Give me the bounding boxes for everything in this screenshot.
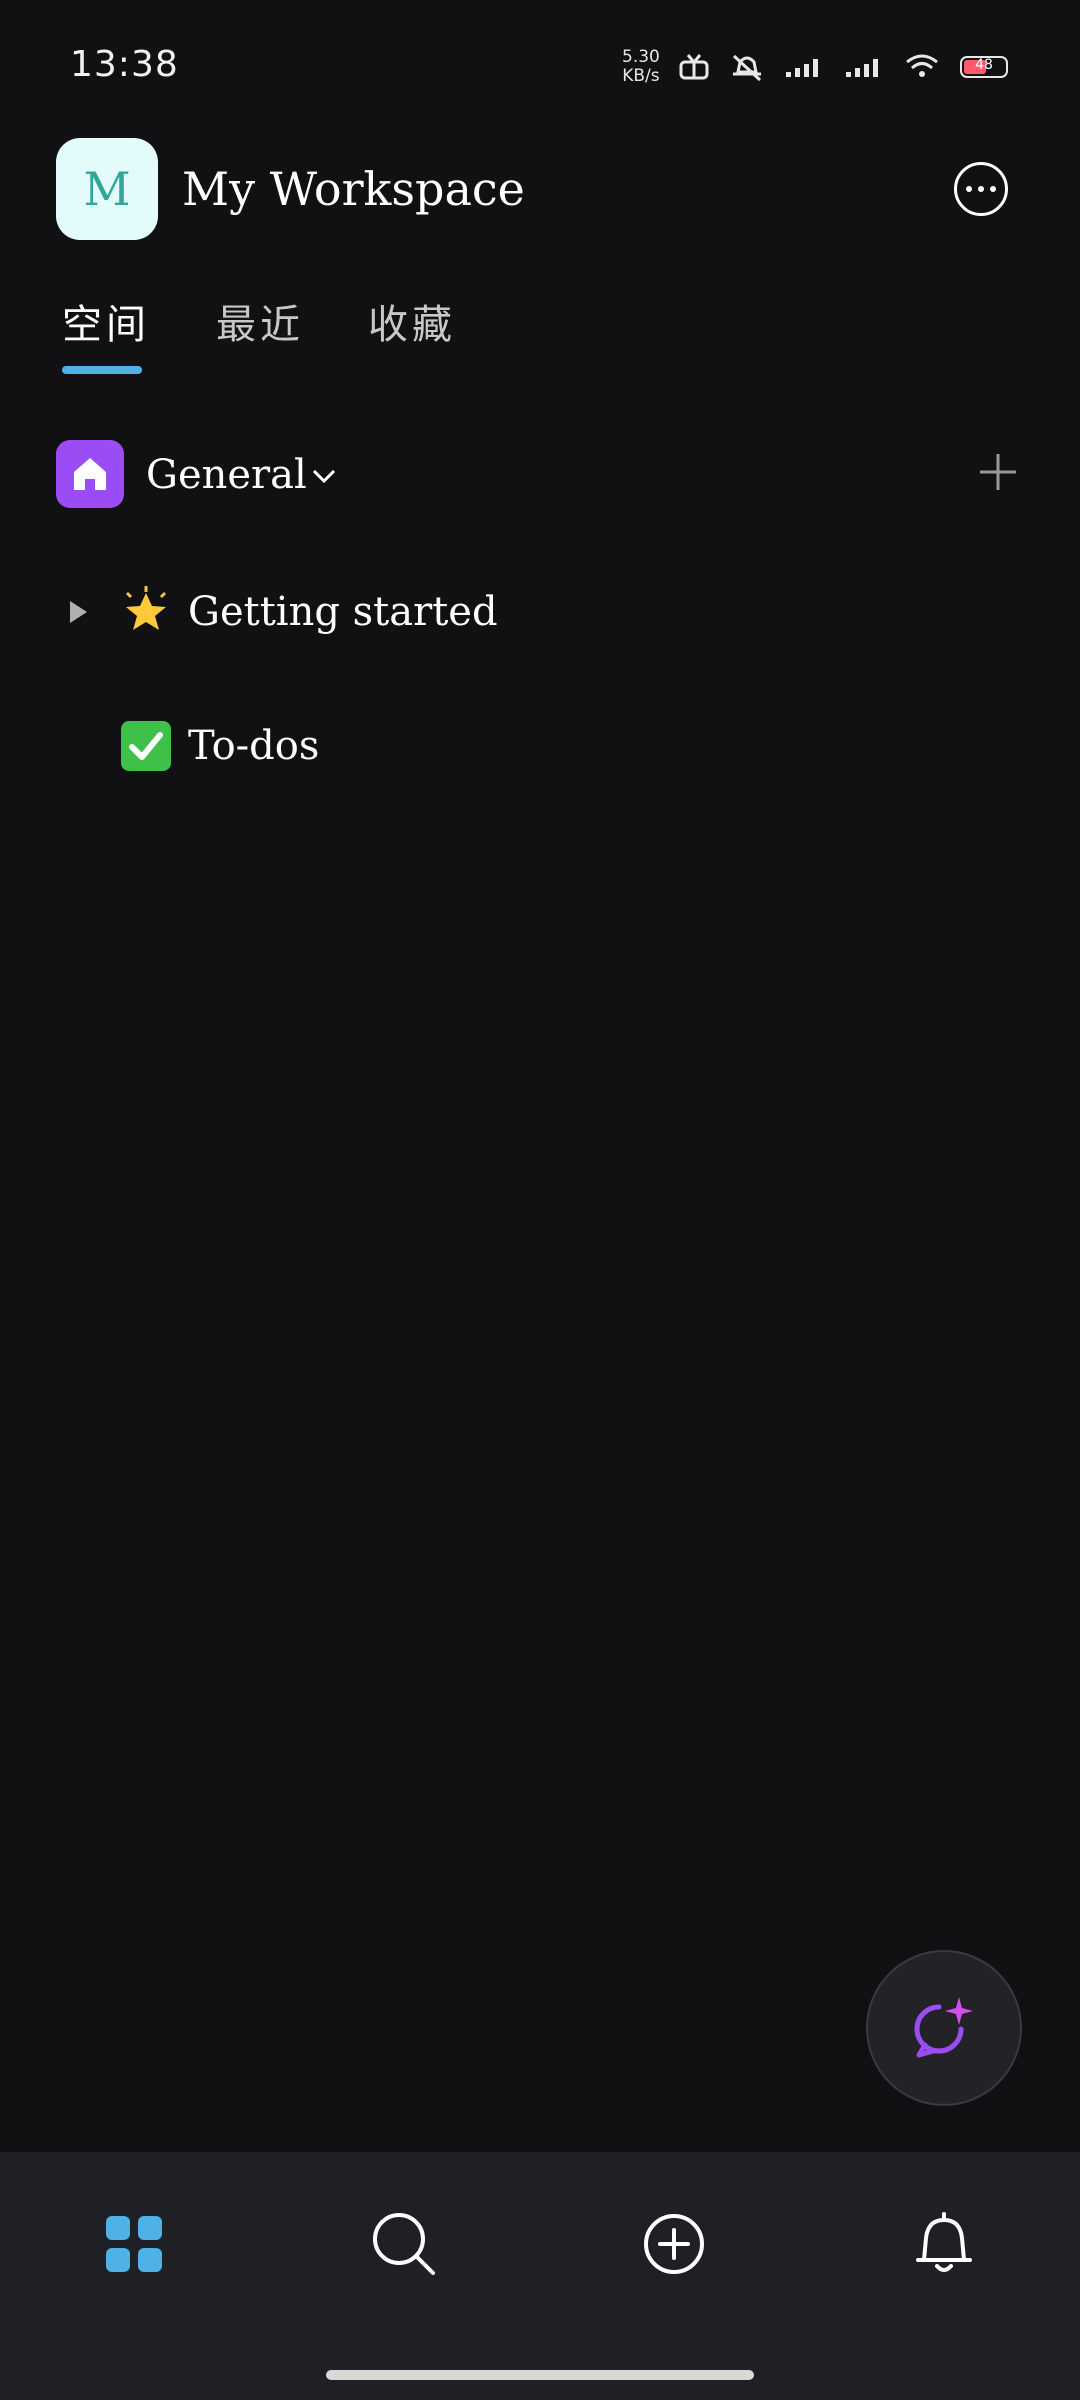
expand-arrow-icon[interactable] <box>60 594 96 630</box>
more-horizontal-icon <box>966 186 972 192</box>
signal-icon <box>786 59 818 77</box>
page-title: Getting started <box>188 589 498 635</box>
silent-bell-icon <box>732 54 762 82</box>
page-title: To-dos <box>188 723 320 769</box>
plus-circle-icon <box>644 2214 704 2274</box>
star-icon <box>118 584 174 640</box>
tv-icon <box>679 54 709 80</box>
workspace-avatar[interactable]: M <box>56 138 158 240</box>
nav-add-button[interactable] <box>640 2210 708 2278</box>
battery-level: 48 <box>975 57 993 73</box>
battery-icon: 48 <box>960 56 1008 78</box>
check-box-icon <box>118 718 174 774</box>
more-options-button[interactable] <box>954 162 1008 216</box>
active-tab-indicator <box>62 366 142 374</box>
bell-icon <box>916 2212 972 2272</box>
space-icon-button[interactable] <box>56 440 124 508</box>
signal-icon <box>846 59 878 77</box>
space-name[interactable]: General <box>146 452 307 498</box>
expand-arrow-placeholder <box>60 728 96 764</box>
add-page-button[interactable] <box>976 450 1020 494</box>
wifi-icon <box>906 54 938 77</box>
home-icon <box>74 458 106 490</box>
status-time: 13:38 <box>70 44 179 85</box>
nav-search-button[interactable] <box>370 2210 438 2278</box>
network-speed-value: 5.30 <box>622 47 660 67</box>
ai-chat-sparkle-icon <box>914 1997 973 2058</box>
home-indicator[interactable] <box>326 2370 754 2380</box>
nav-notifications-button[interactable] <box>910 2210 978 2278</box>
page-row-todos[interactable]: To-dos <box>60 706 319 786</box>
tab-space[interactable]: 空间 <box>62 292 150 350</box>
chevron-down-icon[interactable] <box>310 466 338 486</box>
network-speed-unit: KB/s <box>622 66 660 86</box>
status-icons: 48 <box>678 50 1008 84</box>
network-speed: 5.30 KB/s <box>622 48 660 86</box>
tab-favorites[interactable]: 收藏 <box>368 292 456 350</box>
ai-chat-button[interactable] <box>866 1950 1022 2106</box>
tab-recent[interactable]: 最近 <box>216 292 304 350</box>
workspace-title[interactable]: My Workspace <box>182 162 525 216</box>
grid-icon <box>106 2216 162 2272</box>
search-icon <box>373 2213 435 2275</box>
nav-home-button[interactable] <box>100 2210 168 2278</box>
page-row-getting-started[interactable]: Getting started <box>60 572 498 652</box>
avatar-letter: M <box>83 162 131 216</box>
